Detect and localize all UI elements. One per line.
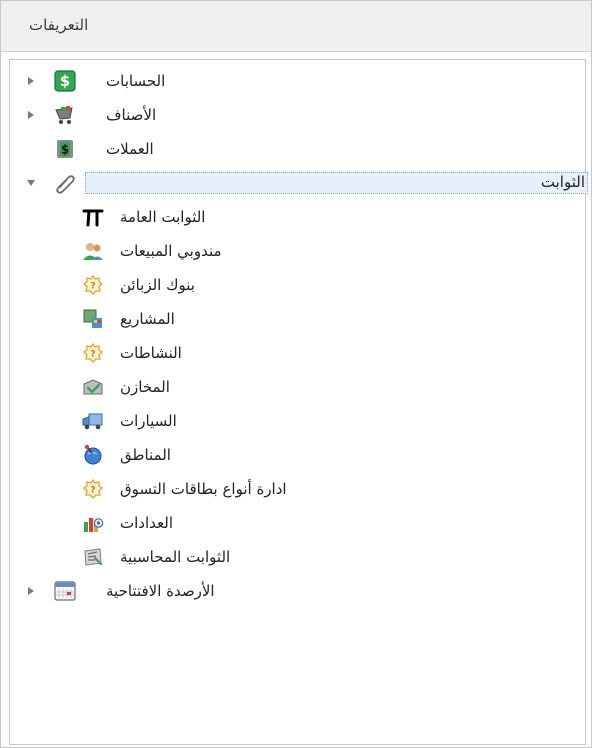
svg-text:$: $ — [60, 72, 70, 90]
tree-node-label: العملات — [106, 140, 154, 158]
tree-node-counters[interactable]: العدادات — [82, 508, 502, 540]
counter-chart-icon — [82, 512, 104, 534]
tree-node-label: العدادات — [120, 514, 173, 532]
tree-node-vehicles[interactable]: السيارات — [82, 406, 502, 438]
tree-node-label: مندوبي المبيعات — [120, 242, 222, 260]
accounting-icon — [82, 546, 104, 568]
tree-node-label: المخازن — [120, 378, 170, 396]
svg-text:?: ? — [90, 350, 95, 360]
tree-node-shopping-card-types[interactable]: ? ادارة أنواع بطاقات التسوق — [82, 474, 502, 506]
tree-node-general-constants[interactable]: الثوابت العامة — [82, 202, 502, 234]
tree-node-label: الأرصدة الافتتاحية — [106, 582, 215, 600]
dollar-icon: $ — [54, 70, 76, 92]
tree-node-salespeople[interactable]: مندوبي المبيعات — [82, 236, 502, 268]
pi-icon — [82, 206, 104, 228]
tree-node-label: المشاريع — [120, 310, 175, 328]
tree-node-label: الثوابت — [85, 172, 588, 194]
tree-node-warehouses[interactable]: المخازن — [82, 372, 502, 404]
collapsed-arrow-icon[interactable] — [24, 584, 38, 598]
svg-text:?: ? — [90, 486, 95, 496]
calendar-table-icon — [54, 580, 76, 602]
svg-text:$: $ — [61, 143, 69, 157]
tree-node-constants[interactable]: الثوابت — [24, 168, 588, 200]
panel-title: التعريفات — [29, 16, 89, 34]
tree-node-items[interactable]: الأصناف — [24, 100, 374, 132]
tree-node-label: السيارات — [120, 412, 177, 430]
tree-node-label: النشاطات — [120, 344, 182, 362]
globe-pin-icon — [82, 444, 104, 466]
tree-node-currencies[interactable]: $ العملات — [24, 134, 374, 166]
paperclip-icon — [54, 172, 76, 194]
tree-node-accounts[interactable]: $ الحسابات — [24, 66, 374, 98]
salespeople-icon — [82, 240, 104, 262]
tree-node-regions[interactable]: المناطق — [82, 440, 502, 472]
shopping-cart-icon — [54, 104, 76, 126]
tree-node-label: الثوابت العامة — [120, 208, 206, 226]
tree-node-accounting-constants[interactable]: الثوابت المحاسبية — [82, 542, 502, 574]
tree-node-customer-banks[interactable]: ? بنوك الزبائن — [82, 270, 502, 302]
tree-node-opening-balances[interactable]: الأرصدة الافتتاحية — [24, 576, 444, 608]
definitions-tree[interactable]: $ الحسابات الأصناف $ العملات الثوابت الث… — [9, 59, 588, 745]
question-badge-icon: ? — [82, 274, 104, 296]
tree-node-activities[interactable]: ? النشاطات — [82, 338, 502, 370]
tree-node-label: ادارة أنواع بطاقات التسوق — [120, 480, 287, 498]
tree-node-label: الحسابات — [106, 72, 166, 90]
expanded-arrow-icon[interactable] — [24, 176, 38, 190]
question-badge-icon: ? — [82, 342, 104, 364]
tree-node-projects[interactable]: المشاريع — [82, 304, 502, 336]
collapsed-arrow-icon[interactable] — [24, 74, 38, 88]
tree-node-label: الثوابت المحاسبية — [120, 548, 231, 566]
definitions-panel: التعريفات $ الحسابات الأصناف $ العملات ا… — [0, 0, 592, 748]
tree-node-label: الأصناف — [106, 106, 157, 124]
panel-header: التعريفات — [1, 1, 591, 52]
truck-icon — [82, 410, 104, 432]
tree-node-label: المناطق — [120, 446, 171, 464]
tree-node-label: بنوك الزبائن — [120, 276, 195, 294]
currency-icon: $ — [54, 138, 76, 160]
svg-text:?: ? — [90, 282, 95, 292]
warehouse-icon — [82, 376, 104, 398]
question-badge-icon: ? — [82, 478, 104, 500]
projects-icon — [82, 308, 104, 330]
collapsed-arrow-icon[interactable] — [24, 108, 38, 122]
